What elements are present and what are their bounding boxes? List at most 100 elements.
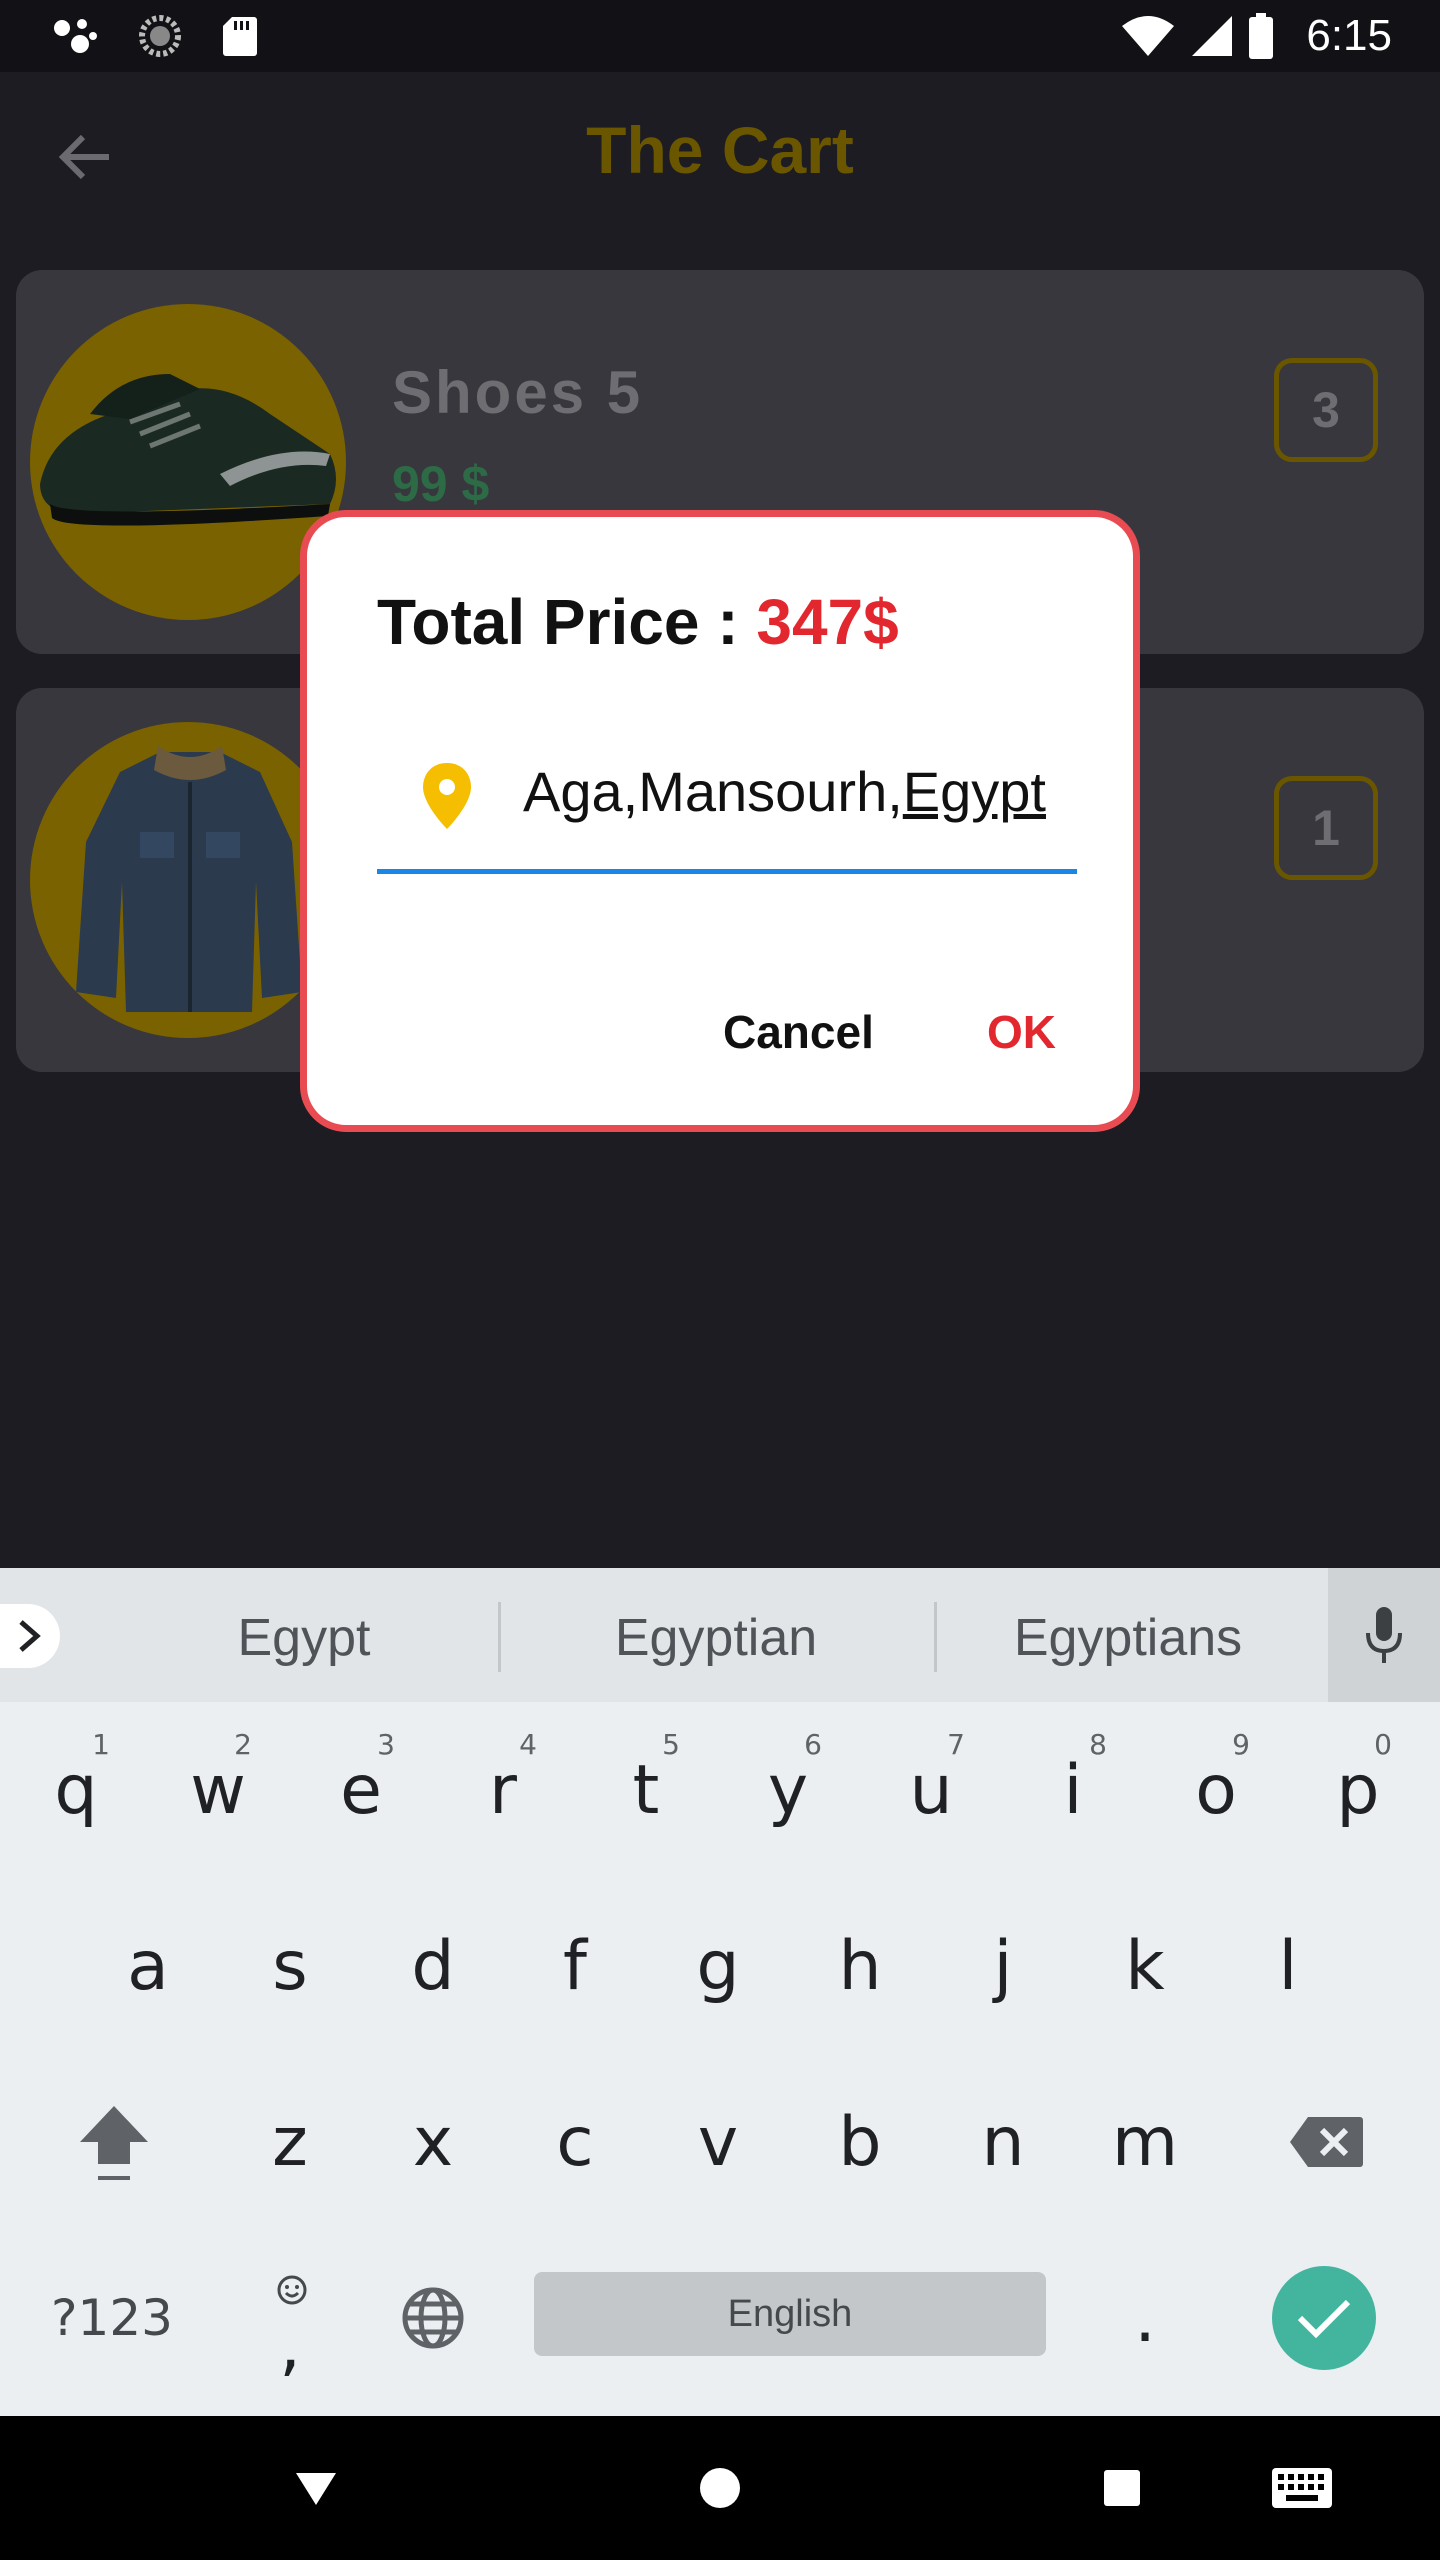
- key-y[interactable]: y6: [718, 1702, 858, 1878]
- key-label: u: [909, 1750, 953, 1830]
- keyboard-icon: [1272, 2468, 1332, 2508]
- key-m[interactable]: m: [1075, 2054, 1215, 2230]
- key-d[interactable]: d: [363, 1878, 503, 2054]
- signal-icon: [1192, 16, 1233, 56]
- key-p[interactable]: p0: [1288, 1702, 1428, 1878]
- check-icon: [1297, 2299, 1351, 2339]
- globe-icon: [402, 2287, 464, 2349]
- key-r[interactable]: r4: [433, 1702, 573, 1878]
- total-price-value: 347$: [756, 586, 899, 658]
- key-label: e: [340, 1750, 382, 1830]
- key-hint: 9: [1232, 1728, 1250, 1761]
- key-label: y: [767, 1750, 809, 1830]
- suggestion-item[interactable]: Egyptians: [928, 1608, 1328, 1668]
- key-hint: 3: [377, 1728, 395, 1761]
- key-g[interactable]: g: [648, 1878, 788, 2054]
- assistant-dots-icon: [54, 19, 97, 53]
- key-row-3: z x c v b n m: [0, 2054, 1440, 2230]
- location-pin-icon: [423, 763, 471, 829]
- key-x[interactable]: x: [363, 2054, 503, 2230]
- language-key[interactable]: [363, 2230, 503, 2406]
- address-field[interactable]: Aga,Mansourh,Egypt: [377, 737, 1077, 887]
- key-f[interactable]: f: [505, 1878, 645, 2054]
- key-c[interactable]: c: [505, 2054, 645, 2230]
- key-k[interactable]: k: [1075, 1878, 1215, 2054]
- key-hint: 4: [519, 1728, 537, 1761]
- key-l[interactable]: l: [1218, 1878, 1358, 2054]
- suggestions-expand-button[interactable]: [0, 1604, 60, 1668]
- app-bar: The Cart: [0, 72, 1440, 242]
- key-label: w: [190, 1750, 246, 1830]
- key-label: i: [1063, 1750, 1083, 1830]
- key-i[interactable]: i8: [1003, 1702, 1143, 1878]
- status-time: 6:15: [1306, 11, 1392, 60]
- key-a[interactable]: a: [78, 1878, 218, 2054]
- key-label: q: [54, 1750, 98, 1830]
- key-n[interactable]: n: [933, 2054, 1073, 2230]
- chevron-right-icon: [19, 1620, 41, 1652]
- quantity-badge[interactable]: 3: [1274, 358, 1378, 462]
- key-label: o: [1195, 1750, 1237, 1830]
- key-w[interactable]: w2: [148, 1702, 288, 1878]
- product-image-jacket: [30, 722, 346, 1038]
- home-nav-button[interactable]: [680, 2450, 760, 2526]
- voice-input-button[interactable]: [1328, 1568, 1440, 1702]
- backspace-key[interactable]: [1256, 2054, 1396, 2230]
- wifi-icon: [1122, 16, 1175, 56]
- back-nav-button[interactable]: [276, 2456, 356, 2520]
- shift-key[interactable]: [44, 2054, 184, 2230]
- key-label: p: [1336, 1750, 1380, 1830]
- key-o[interactable]: o9: [1146, 1702, 1286, 1878]
- suggestion-strip: Egypt Egyptian Egyptians: [0, 1568, 1440, 1702]
- recents-square-icon: [1104, 2470, 1140, 2506]
- key-hint: 7: [947, 1728, 965, 1761]
- page-title: The Cart: [586, 113, 854, 187]
- total-price-label: Total Price :: [377, 586, 757, 658]
- status-bar: 6:15: [0, 0, 1440, 72]
- suggestion-item[interactable]: Egypt: [104, 1608, 504, 1668]
- enter-key[interactable]: [1272, 2266, 1376, 2370]
- nav-back-triangle-icon: [296, 2473, 336, 2505]
- key-j[interactable]: j: [933, 1878, 1073, 2054]
- navigation-bar: [0, 2416, 1440, 2560]
- symbols-key[interactable]: ?123: [42, 2230, 182, 2406]
- key-hint: 1: [92, 1728, 110, 1761]
- key-label: t: [632, 1750, 660, 1830]
- key-z[interactable]: z: [220, 2054, 360, 2230]
- product-image-sneaker: [30, 304, 346, 620]
- key-v[interactable]: v: [648, 2054, 788, 2230]
- suggestion-item[interactable]: Egyptian: [516, 1608, 916, 1668]
- space-key[interactable]: English: [534, 2272, 1046, 2356]
- key-hint: 0: [1374, 1728, 1392, 1761]
- suggestion-divider: [498, 1602, 501, 1672]
- sync-icon: [139, 15, 181, 57]
- emoji-comma-key[interactable]: ,: [220, 2230, 360, 2406]
- cancel-button[interactable]: Cancel: [723, 1005, 874, 1059]
- key-s[interactable]: s: [220, 1878, 360, 2054]
- ok-button[interactable]: OK: [987, 1005, 1056, 1059]
- recents-nav-button[interactable]: [1082, 2456, 1162, 2520]
- quantity-badge[interactable]: 1: [1274, 776, 1378, 880]
- key-row-1: q1 w2 e3 r4 t5 y6 u7 i8 o9 p0: [0, 1702, 1440, 1878]
- key-b[interactable]: b: [790, 2054, 930, 2230]
- key-e[interactable]: e3: [291, 1702, 431, 1878]
- keyboard-switch-button[interactable]: [1262, 2456, 1342, 2520]
- key-row-2: a s d f g h j k l: [0, 1878, 1440, 2054]
- shift-icon: [80, 2106, 148, 2180]
- product-price: 99 $: [392, 456, 490, 512]
- comma-label: ,: [279, 2306, 301, 2385]
- key-t[interactable]: t5: [576, 1702, 716, 1878]
- input-underline: [377, 869, 1077, 874]
- key-q[interactable]: q1: [6, 1702, 146, 1878]
- key-hint: 2: [234, 1728, 252, 1761]
- microphone-icon: [1366, 1607, 1402, 1663]
- key-u[interactable]: u7: [861, 1702, 1001, 1878]
- home-circle-icon: [700, 2468, 740, 2508]
- address-input[interactable]: Aga,Mansourh,Egypt: [523, 759, 1046, 824]
- backspace-icon: [1290, 2117, 1363, 2167]
- checkout-dialog: Total Price : 347$ Aga,Mansourh,Egypt Ca…: [300, 510, 1140, 1132]
- emoji-icon: [277, 2275, 307, 2305]
- key-h[interactable]: h: [790, 1878, 930, 2054]
- period-key[interactable]: .: [1075, 2230, 1215, 2406]
- key-hint: 8: [1089, 1728, 1107, 1761]
